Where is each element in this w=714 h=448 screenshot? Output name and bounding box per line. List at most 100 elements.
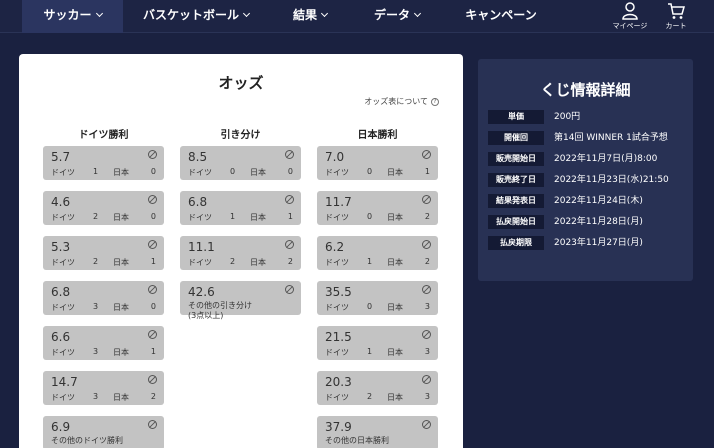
nav-item-label: バスケットボール [142, 8, 239, 22]
prohibited-icon [285, 150, 294, 159]
team-name: 日本 [387, 258, 403, 267]
score-line: ドイツ 2 日本 0 [51, 212, 156, 222]
score-line: ドイツ 3 日本 1 [51, 347, 156, 357]
odds-cell[interactable]: 20.3 ドイツ 2 日本 3 [317, 371, 438, 405]
odds-cell[interactable]: 11.1 ドイツ 2 日本 2 [180, 236, 301, 270]
detail-value: 2022年11月24日(木) [554, 196, 643, 206]
cart-label: カート [665, 22, 687, 30]
team-name: ドイツ [325, 168, 349, 177]
team-score: 1 [367, 347, 373, 356]
team-score: 0 [230, 167, 236, 176]
team-name: 日本 [387, 213, 403, 222]
chevron-down-icon [413, 9, 422, 18]
odds-cell[interactable]: 5.3 ドイツ 2 日本 1 [43, 236, 164, 270]
odds-help-link[interactable]: オッズ表について? [364, 96, 439, 107]
team-score: 3 [424, 392, 430, 401]
score-line: ドイツ 0 日本 3 [325, 302, 430, 312]
odds-cell[interactable]: 4.6 ドイツ 2 日本 0 [43, 191, 164, 225]
odds-cell[interactable]: 6.2 ドイツ 1 日本 2 [317, 236, 438, 270]
odds-cell[interactable]: 8.5 ドイツ 0 日本 0 [180, 146, 301, 180]
column-header-draw: 引き分け [220, 130, 261, 141]
odds-value: 5.3 [51, 240, 71, 254]
odds-cell[interactable]: 6.9 その他のドイツ勝利 [43, 416, 164, 448]
odds-value: 6.2 [325, 240, 345, 254]
nav-item-label: サッカー [43, 8, 92, 22]
lottery-detail-panel: くじ情報詳細 単価 200円 開催回 第14回 WINNER 1試合予想 販売開始日 20… [478, 59, 693, 281]
odds-value: 35.5 [325, 285, 352, 299]
prohibited-icon [422, 150, 431, 159]
odds-value: 21.5 [325, 330, 352, 344]
mypage-button[interactable]: マイページ [610, 2, 650, 31]
other-outcome-label: その他の引き分け (3点以上) [188, 301, 252, 320]
nav-item-soccer[interactable]: サッカー [22, 0, 123, 33]
odds-card: オッズ オッズ表について? ドイツ勝利 引き分け 日本勝利 5.7 ドイツ 1 日本 0… [19, 54, 463, 448]
nav-item-label: データ [373, 8, 410, 22]
detail-value: 2022年11月7日(月)8:00 [554, 154, 658, 164]
odds-value: 42.6 [188, 285, 215, 299]
odds-cell[interactable]: 42.6 その他の引き分け (3点以上) [180, 281, 301, 320]
team-name: 日本 [387, 348, 403, 357]
prohibited-icon [148, 420, 157, 429]
detail-title: くじ情報詳細 [540, 81, 631, 99]
score-line: ドイツ 1 日本 3 [325, 347, 430, 357]
odds-cell[interactable]: 6.6 ドイツ 3 日本 1 [43, 326, 164, 360]
detail-value: 200円 [554, 112, 581, 122]
chevron-down-icon [95, 9, 103, 18]
team-name: ドイツ [188, 213, 212, 222]
cart-button[interactable]: カート [656, 2, 696, 31]
prohibited-icon [148, 195, 157, 204]
odds-cell[interactable]: 7.0 ドイツ 0 日本 1 [317, 146, 438, 180]
team-name: 日本 [387, 168, 403, 177]
odds-cell[interactable]: 37.9 その他の日本勝利 [317, 416, 438, 448]
team-name: 日本 [250, 168, 266, 177]
odds-value: 11.7 [325, 195, 352, 209]
odds-value: 6.6 [51, 330, 71, 344]
team-name: 日本 [113, 393, 129, 402]
odds-value: 5.7 [51, 150, 71, 164]
team-score: 0 [287, 167, 293, 176]
team-score: 0 [367, 302, 373, 311]
nav-item-data[interactable]: データ [364, 0, 430, 33]
detail-value: 2022年11月28日(月) [554, 217, 643, 227]
team-name: 日本 [113, 303, 129, 312]
nav-item-basketball[interactable]: バスケットボール [133, 0, 259, 33]
detail-label: 単価 [488, 110, 544, 124]
detail-label: 販売終了日 [488, 173, 544, 187]
chevron-down-icon [242, 9, 251, 18]
mypage-label: マイページ [612, 22, 648, 30]
odds-cell[interactable]: 11.7 ドイツ 0 日本 2 [317, 191, 438, 225]
team-name: ドイツ [325, 258, 349, 267]
odds-cell[interactable]: 6.8 ドイツ 3 日本 0 [43, 281, 164, 315]
prohibited-icon [422, 195, 431, 204]
odds-cell[interactable]: 6.8 ドイツ 1 日本 1 [180, 191, 301, 225]
prohibited-icon [422, 330, 431, 339]
nav-item-campaign[interactable]: キャンペーン [460, 0, 542, 33]
prohibited-icon [285, 195, 294, 204]
team-score: 0 [150, 167, 156, 176]
odds-cell[interactable]: 14.7 ドイツ 3 日本 2 [43, 371, 164, 405]
odds-cell[interactable]: 5.7 ドイツ 1 日本 0 [43, 146, 164, 180]
top-nav: サッカー バスケットボール 結果 データ キャンペーン マイページ カート [0, 0, 714, 33]
prohibited-icon [148, 375, 157, 384]
team-score: 2 [287, 257, 293, 266]
team-score: 3 [424, 347, 430, 356]
nav-item-label: キャンペーン [465, 8, 537, 22]
team-name: ドイツ [51, 348, 75, 357]
team-score: 3 [93, 392, 99, 401]
score-line: ドイツ 1 日本 2 [325, 257, 430, 267]
odds-cell[interactable]: 35.5 ドイツ 0 日本 3 [317, 281, 438, 315]
score-line: ドイツ 2 日本 1 [51, 257, 156, 267]
odds-cell[interactable]: 21.5 ドイツ 1 日本 3 [317, 326, 438, 360]
team-score: 2 [150, 392, 156, 401]
cart-icon [668, 3, 685, 19]
nav-item-results[interactable]: 結果 [280, 0, 340, 33]
odds-value: 11.1 [188, 240, 215, 254]
other-outcome-label: その他の日本勝利 [325, 436, 389, 445]
score-line: ドイツ 3 日本 2 [51, 392, 156, 402]
odds-value: 6.8 [188, 195, 208, 209]
team-name: 日本 [113, 258, 129, 267]
team-score: 2 [367, 392, 373, 401]
question-icon: ? [431, 97, 439, 106]
team-score: 0 [367, 212, 373, 221]
team-score: 2 [93, 212, 99, 221]
